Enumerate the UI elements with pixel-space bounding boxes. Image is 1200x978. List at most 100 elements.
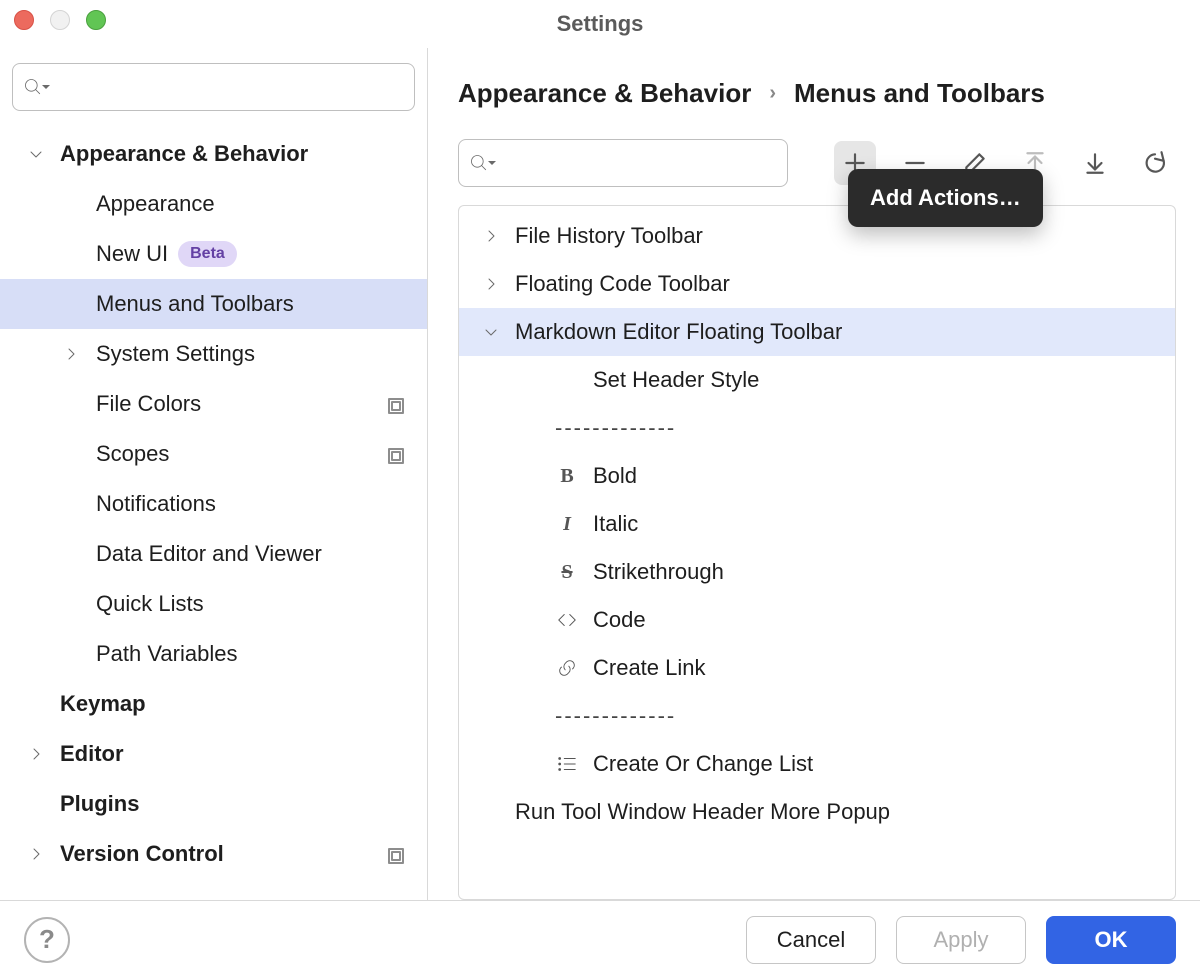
cancel-button[interactable]: Cancel	[746, 916, 876, 964]
sidebar-item-label: Menus and Toolbars	[96, 291, 294, 317]
chevron-right-icon	[56, 344, 86, 364]
action-label: Run Tool Window Header More Popup	[515, 799, 890, 825]
settings-tree[interactable]: Appearance & Behavior Appearance New UI Bet…	[0, 119, 427, 900]
settings-search-input[interactable]	[57, 75, 404, 100]
actions-tree-item[interactable]: -------------	[459, 692, 1175, 740]
caret-spacer	[22, 794, 50, 814]
actions-tree-item[interactable]: Floating Code Toolbar	[459, 260, 1175, 308]
close-window-button[interactable]	[14, 10, 34, 30]
sidebar-item[interactable]: New UI Beta	[0, 229, 427, 279]
search-icon	[23, 77, 51, 97]
chevron-right-icon	[481, 274, 501, 294]
window-title: Settings	[0, 11, 1200, 37]
breadcrumb: Appearance & Behavior › Menus and Toolba…	[458, 68, 1176, 139]
action-label: Create Link	[593, 655, 706, 681]
sidebar-item-label: Plugins	[60, 791, 139, 817]
actions-toolbar: Add Actions…	[458, 139, 1176, 205]
actions-tree-item[interactable]: Set Header Style	[459, 356, 1175, 404]
italic-icon: I	[555, 513, 579, 536]
sidebar-item-label: Path Variables	[96, 641, 237, 667]
caret-spacer	[22, 694, 50, 714]
actions-search-input[interactable]	[503, 151, 777, 176]
action-label: Strikethrough	[593, 559, 724, 585]
sidebar-item[interactable]: Appearance & Behavior	[0, 129, 427, 179]
list-icon	[555, 753, 579, 775]
titlebar: Settings	[0, 0, 1200, 48]
actions-search[interactable]	[458, 139, 788, 187]
action-label: File History Toolbar	[515, 223, 703, 249]
sidebar-item-label: System Settings	[96, 341, 255, 367]
help-button[interactable]: ?	[24, 917, 70, 963]
sidebar-item-label: Appearance	[96, 191, 215, 217]
strike-icon: S	[555, 561, 579, 584]
actions-tree-item[interactable]: S Strikethrough	[459, 548, 1175, 596]
project-scope-icon	[387, 845, 405, 863]
sidebar-item[interactable]: File Colors	[0, 379, 427, 429]
separator-label: -------------	[555, 703, 676, 729]
sidebar-item-label: Keymap	[60, 691, 146, 717]
actions-tree-item[interactable]: I Italic	[459, 500, 1175, 548]
action-label: Set Header Style	[593, 367, 759, 393]
sidebar-item-label: Scopes	[96, 441, 169, 467]
project-scope-icon	[387, 445, 405, 463]
sidebar-item-label: Version Control	[60, 841, 224, 867]
action-label: Code	[593, 607, 646, 633]
actions-tree-item[interactable]: Markdown Editor Floating Toolbar	[459, 308, 1175, 356]
sidebar-item[interactable]: Editor	[0, 729, 427, 779]
actions-tree[interactable]: File History Toolbar Floating Code Toolba…	[458, 205, 1176, 900]
actions-tree-item[interactable]: File History Toolbar	[459, 212, 1175, 260]
action-label: Create Or Change List	[593, 751, 813, 777]
project-scope-icon	[387, 395, 405, 413]
chevron-right-icon: ›	[769, 82, 776, 105]
sidebar-item[interactable]: Appearance	[0, 179, 427, 229]
actions-tree-item[interactable]: Code	[459, 596, 1175, 644]
settings-search[interactable]	[12, 63, 415, 111]
chevron-right-icon	[22, 744, 50, 764]
sidebar-item[interactable]: Quick Lists	[0, 579, 427, 629]
sidebar-item-label: New UI	[96, 241, 168, 267]
restore-defaults-button[interactable]	[1134, 141, 1176, 185]
actions-tree-item[interactable]: -------------	[459, 404, 1175, 452]
sidebar-item[interactable]: Plugins	[0, 779, 427, 829]
sidebar-item-label: Notifications	[96, 491, 216, 517]
chevron-down-icon	[22, 144, 50, 164]
bold-icon: B	[555, 465, 579, 488]
dialog-footer: ? Cancel Apply OK	[0, 900, 1200, 978]
breadcrumb-leaf: Menus and Toolbars	[794, 78, 1045, 109]
sidebar-item[interactable]: Data Editor and Viewer	[0, 529, 427, 579]
sidebar-item[interactable]: Scopes	[0, 429, 427, 479]
actions-tree-item[interactable]: Create Or Change List	[459, 740, 1175, 788]
sidebar-item[interactable]: Notifications	[0, 479, 427, 529]
sidebar-item-label: Editor	[60, 741, 124, 767]
sidebar-item-label: Appearance & Behavior	[60, 141, 308, 167]
minimize-window-button[interactable]	[50, 10, 70, 30]
move-down-button[interactable]	[1074, 141, 1116, 185]
search-icon	[469, 153, 497, 173]
actions-tree-item[interactable]: Create Link	[459, 644, 1175, 692]
zoom-window-button[interactable]	[86, 10, 106, 30]
sidebar-item-label: Quick Lists	[96, 591, 204, 617]
sidebar-item[interactable]: Path Variables	[0, 629, 427, 679]
add-actions-tooltip: Add Actions…	[848, 169, 1043, 227]
chevron-right-icon	[22, 844, 50, 864]
ok-button[interactable]: OK	[1046, 916, 1176, 964]
sidebar-item[interactable]: Keymap	[0, 679, 427, 729]
chevron-right-icon	[481, 226, 501, 246]
action-label: Floating Code Toolbar	[515, 271, 730, 297]
actions-tree-item[interactable]: Run Tool Window Header More Popup	[459, 788, 1175, 836]
action-label: Italic	[593, 511, 638, 537]
chevron-down-icon	[481, 322, 501, 342]
settings-sidebar: Appearance & Behavior Appearance New UI Bet…	[0, 48, 428, 900]
breadcrumb-root[interactable]: Appearance & Behavior	[458, 78, 751, 109]
separator-label: -------------	[555, 415, 676, 441]
apply-button[interactable]: Apply	[896, 916, 1026, 964]
sidebar-item[interactable]: Menus and Toolbars	[0, 279, 427, 329]
sidebar-item[interactable]: System Settings	[0, 329, 427, 379]
sidebar-item-label: Data Editor and Viewer	[96, 541, 322, 567]
code-icon	[555, 609, 579, 631]
beta-badge: Beta	[178, 241, 237, 267]
sidebar-item[interactable]: Version Control	[0, 829, 427, 879]
detail-pane: Appearance & Behavior › Menus and Toolba…	[428, 48, 1200, 900]
actions-tree-item[interactable]: BBold	[459, 452, 1175, 500]
sidebar-item-label: File Colors	[96, 391, 201, 417]
